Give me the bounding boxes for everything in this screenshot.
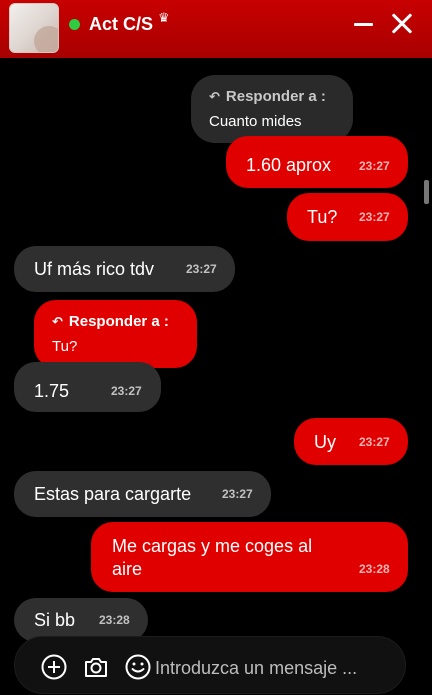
message-time: 23:28 <box>359 562 390 576</box>
reply-quote-text: Tu? <box>52 338 78 355</box>
message-time: 23:27 <box>111 384 142 398</box>
message-time: 23:28 <box>99 613 130 627</box>
add-icon[interactable] <box>41 654 67 680</box>
chat-header: Act C/S ♛ <box>0 0 432 58</box>
online-status-dot <box>69 19 80 30</box>
message-input[interactable] <box>155 656 395 680</box>
reply-quote-text: Cuanto mides <box>209 113 302 130</box>
message-time: 23:27 <box>359 435 390 449</box>
outgoing-message[interactable]: 1.60 aprox 23:27 <box>226 136 408 188</box>
reply-header: ↶ Responder a : <box>209 88 326 105</box>
message-text-line-2: aire <box>112 559 143 579</box>
message-text: Estas para cargarte <box>34 484 192 504</box>
message-time: 23:27 <box>186 262 217 276</box>
scrollbar-thumb[interactable] <box>424 180 429 204</box>
reply-header: ↶ Responder a : <box>52 313 169 330</box>
message-time: 23:27 <box>359 159 390 173</box>
emoji-icon[interactable] <box>125 654 151 680</box>
outgoing-message[interactable]: Uy 23:27 <box>294 418 408 465</box>
message-text-line-1: Me cargas y me coges al <box>112 536 313 556</box>
incoming-message[interactable]: Estas para cargarte 23:27 <box>14 471 271 517</box>
minimize-button[interactable] <box>352 10 376 38</box>
reply-context-bubble[interactable]: ↶ Responder a : Tu? <box>34 300 197 368</box>
close-button[interactable] <box>388 10 414 38</box>
camera-icon[interactable] <box>83 654 109 680</box>
message-text: Uf más rico tdv <box>34 259 155 279</box>
message-text: Uy <box>314 432 336 452</box>
message-text: 1.75 <box>34 381 70 401</box>
outgoing-message[interactable]: Tu? 23:27 <box>287 193 408 241</box>
reply-context-bubble[interactable]: ↶ Responder a : Cuanto mides <box>191 75 353 143</box>
crown-icon: ♛ <box>158 10 170 25</box>
message-time: 23:27 <box>359 210 390 224</box>
reply-arrow-icon: ↶ <box>52 314 63 329</box>
message-time: 23:27 <box>222 487 253 501</box>
reply-arrow-icon: ↶ <box>209 89 220 104</box>
message-text: 1.60 aprox <box>246 155 332 175</box>
contact-name[interactable]: Act C/S <box>89 14 153 35</box>
avatar[interactable] <box>9 3 59 53</box>
message-text: Si bb <box>34 610 76 630</box>
message-text: Tu? <box>307 207 338 227</box>
outgoing-message[interactable]: Me cargas y me coges al aire 23:28 <box>91 522 408 592</box>
incoming-message[interactable]: Uf más rico tdv 23:27 <box>14 246 235 292</box>
incoming-message[interactable]: 1.75 23:27 <box>14 362 161 412</box>
